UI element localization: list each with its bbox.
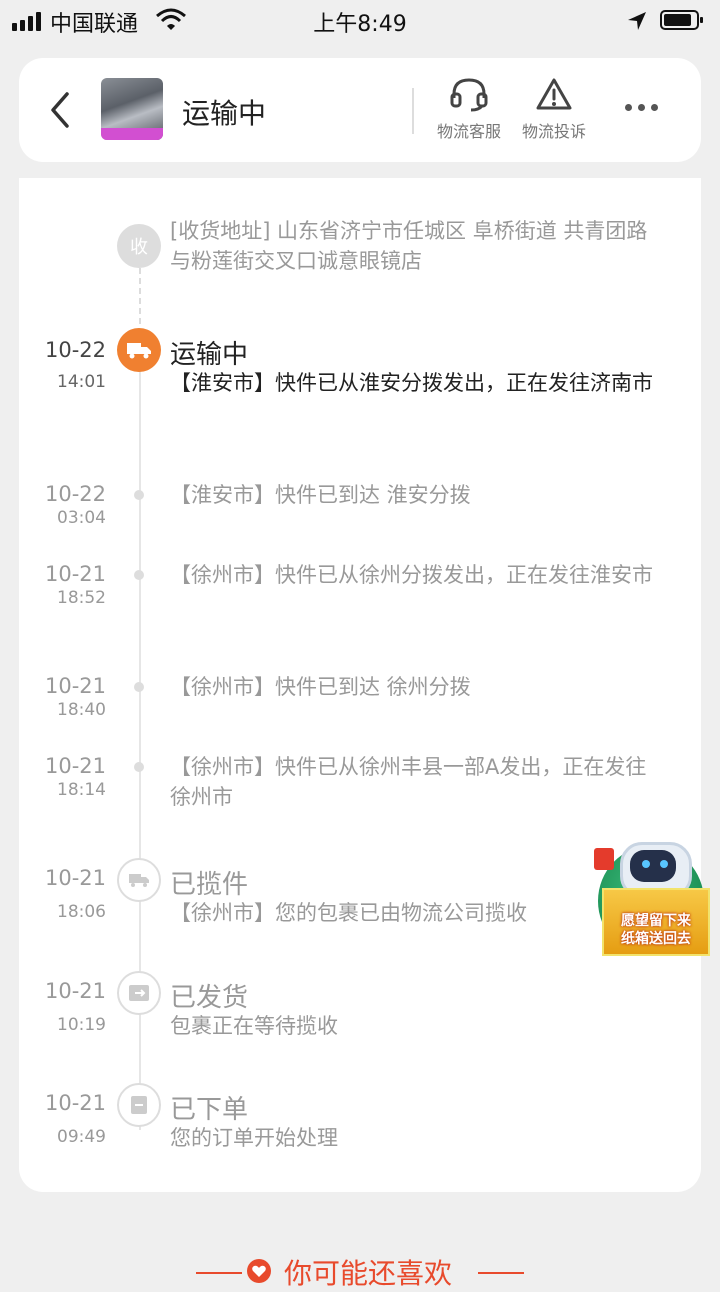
event-date: 10-21 [44, 674, 106, 698]
warning-icon [536, 78, 572, 110]
address-text: [收货地址] 山东省济宁市任城区 阜桥街道 共青团路与粉莲街交叉口诚意眼镜店 [170, 219, 648, 273]
timeline-dashed-connector [139, 268, 141, 324]
more-icon[interactable] [625, 104, 658, 111]
event-text: 【徐州市】快件已到达 徐州分拨 [170, 675, 471, 699]
headset-icon [450, 78, 488, 112]
event-text: 【徐州市】快件已从徐州分拨发出，正在发往淮安市 [170, 563, 653, 587]
truck-icon [117, 328, 161, 372]
ad-text-line2: 纸箱送回去 [621, 931, 691, 947]
event-status: 运输中 [170, 340, 249, 370]
timeline-dot [134, 762, 144, 772]
event-date: 10-21 [44, 866, 106, 890]
event-status: 已揽件 [170, 870, 249, 900]
location-arrow-icon [628, 12, 646, 30]
event-text: 您的订单开始处理 [170, 1126, 338, 1150]
event-time: 18:52 [57, 588, 106, 608]
event-date: 10-21 [44, 1091, 106, 1115]
decor-line [196, 1272, 242, 1274]
event-text: 【淮安市】快件已到达 淮安分拨 [170, 483, 471, 507]
status-time: 上午8:49 [313, 12, 407, 37]
robot-eye [642, 860, 650, 868]
robot-eye [660, 860, 668, 868]
timeline-dot [134, 490, 144, 500]
floating-ad-widget[interactable]: 愿望留下来 纸箱送回去 [592, 826, 714, 958]
event-status: 已下单 [170, 1095, 249, 1125]
ad-text-line1: 愿望留下来 [621, 913, 691, 929]
timeline-dot [134, 682, 144, 692]
event-status: 已发货 [170, 983, 249, 1013]
event-date: 10-21 [44, 754, 106, 778]
customer-service-button[interactable]: 物流客服 [429, 76, 509, 142]
pickup-icon [117, 858, 161, 902]
event-time: 18:06 [57, 902, 106, 922]
event-time: 14:01 [57, 372, 106, 392]
product-thumbnail[interactable] [101, 78, 163, 140]
robot-face [630, 850, 676, 882]
timeline-dot [134, 570, 144, 580]
recommend-title: 你可能还喜欢 [284, 1257, 453, 1290]
battery-icon [660, 10, 703, 30]
event-date: 10-21 [44, 562, 106, 586]
red-envelope-icon [594, 848, 614, 870]
event-text: 包裹正在等待揽收 [170, 1014, 338, 1038]
event-text: 【淮安市】快件已从淮安分拨发出，正在发往济南市 [170, 371, 653, 395]
event-time: 09:49 [57, 1127, 106, 1147]
event-text: 【徐州市】您的包裹已由物流公司揽收 [170, 901, 527, 925]
complaint-label: 物流投诉 [521, 122, 586, 141]
status-bar: 中国联通 上午8:49 [0, 0, 720, 40]
order-icon [117, 1083, 161, 1127]
event-text: 【徐州市】快件已从徐州丰县一部A发出，正在发往徐州市 [170, 755, 647, 809]
shipped-icon [117, 971, 161, 1015]
event-time: 03:04 [57, 508, 106, 528]
event-date: 10-22 [44, 482, 106, 506]
receive-address-icon: 收 [117, 224, 161, 268]
event-date: 10-22 [44, 338, 106, 362]
event-time: 18:40 [57, 700, 106, 720]
decor-line [478, 1272, 524, 1274]
event-time: 18:14 [57, 780, 106, 800]
event-date: 10-21 [44, 979, 106, 1003]
complaint-button[interactable]: 物流投诉 [514, 76, 594, 142]
heart-icon [247, 1259, 271, 1283]
header-bar: 运输中 物流客服 物流投诉 [19, 58, 701, 162]
page-title: 运输中 [182, 97, 267, 130]
back-icon[interactable] [45, 88, 75, 132]
event-time: 10:19 [57, 1015, 106, 1035]
divider [412, 88, 414, 134]
recommend-section-header: 你可能还喜欢 [0, 1244, 720, 1290]
customer-service-label: 物流客服 [436, 122, 501, 141]
timeline-line [139, 370, 141, 1130]
